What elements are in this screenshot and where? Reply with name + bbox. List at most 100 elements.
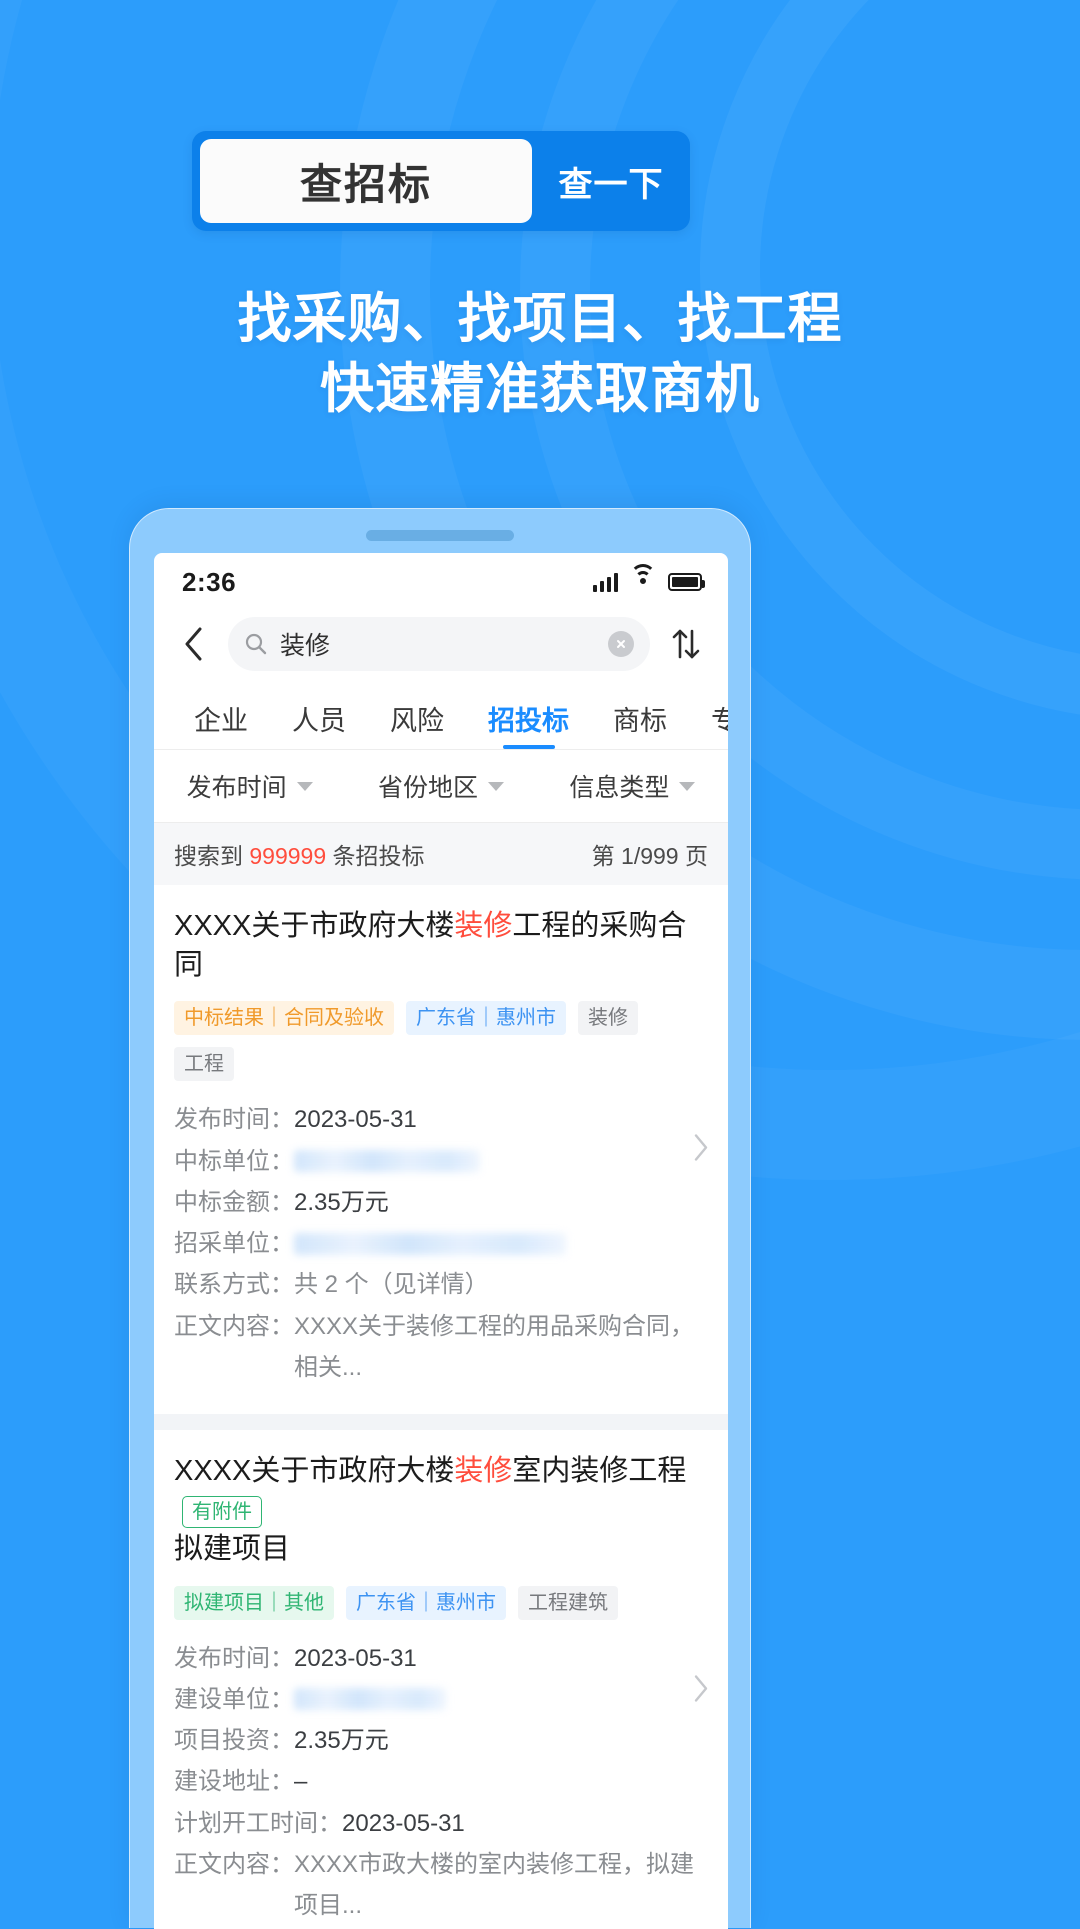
field-row: 联系方式：共 2 个（见详情）	[174, 1264, 708, 1305]
field-label: 中标单位：	[174, 1147, 294, 1175]
field-label: 计划开工时间：	[174, 1809, 342, 1837]
chevron-right-icon[interactable]	[692, 1674, 710, 1709]
phone-speaker	[366, 530, 514, 541]
clear-circle-icon[interactable]	[608, 631, 634, 657]
result-card[interactable]: XXXX关于市政府大楼装修室内装修工程有附件拟建项目 拟建项目｜其他 广东省｜惠…	[154, 1430, 728, 1929]
tag-region: 广东省｜惠州市	[346, 1585, 506, 1620]
tab-trademark[interactable]: 商标	[591, 687, 689, 749]
tab-risk[interactable]: 风险	[368, 687, 466, 749]
tag-keyword: 工程	[174, 1047, 234, 1082]
card-separator	[154, 1414, 728, 1431]
field-value: XXXX关于装修工程的用品采购合同，相关...	[294, 1312, 695, 1381]
chevron-right-icon[interactable]	[692, 1132, 710, 1167]
signal-bars-icon	[593, 572, 618, 592]
result-count-bar: 搜索到 999999 条招投标 第 1/999 页	[154, 823, 728, 885]
field-value: 共 2 个（见详情）	[294, 1271, 489, 1299]
field-label: 正文内容：	[174, 1850, 294, 1878]
filter-info-type-label: 信息类型	[569, 774, 670, 802]
status-time: 2:36	[182, 566, 237, 597]
result-title-post: 室内装修工程	[512, 1455, 687, 1488]
field-label: 发布时间：	[174, 1106, 294, 1134]
count-suffix: 条招投标	[332, 843, 425, 869]
search-input[interactable]: 装修	[228, 617, 650, 671]
field-row: 计划开工时间： 2023-05-31	[174, 1803, 708, 1844]
filter-publish-time-label: 发布时间	[186, 774, 287, 802]
filter-bar[interactable]: 发布时间 省份地区 信息类型	[154, 750, 728, 822]
filter-region-label: 省份地区	[377, 774, 478, 802]
headline-line-2: 快速精准获取商机	[320, 358, 760, 419]
tag-category: 拟建项目｜其他	[174, 1585, 334, 1620]
chevron-down-icon	[679, 781, 696, 791]
redacted-value	[294, 1150, 480, 1173]
sort-arrows-icon[interactable]	[664, 622, 708, 666]
filter-info-type[interactable]: 信息类型	[537, 768, 728, 804]
tag-keyword: 工程建筑	[518, 1585, 618, 1620]
result-fields: 发布时间： 2023-05-31 建设单位： 项目投资： 2.35万元 建设地址： –…	[174, 1638, 708, 1927]
wifi-icon	[630, 564, 656, 592]
result-title: XXXX关于市政府大楼装修工程的采购合同	[174, 907, 708, 985]
hero-search-button[interactable]: 查招标 查一下	[192, 131, 690, 231]
result-title-pre: XXXX关于市政府大楼	[174, 910, 455, 942]
field-label: 项目投资：	[174, 1727, 294, 1755]
field-row: 发布时间： 2023-05-31	[174, 1099, 708, 1140]
status-icons	[593, 564, 705, 592]
field-value: 2023-05-31	[294, 1106, 417, 1134]
tag-category: 中标结果｜合同及验收	[174, 1001, 394, 1036]
field-value: 2023-05-31	[294, 1644, 417, 1672]
brand-label: 查招标	[200, 139, 532, 223]
field-row: 正文内容： XXXX市政大楼的室内装修工程，拟建项目...	[174, 1844, 708, 1927]
chevron-down-icon	[488, 781, 504, 791]
attachment-badge: 有附件	[182, 1495, 262, 1528]
field-row: 建设单位：	[174, 1679, 708, 1720]
result-tags: 中标结果｜合同及验收 广东省｜惠州市 装修 工程	[174, 1001, 708, 1082]
result-count-text: 搜索到 999999 条招投标	[174, 837, 425, 871]
field-row: 中标金额： 2.35万元	[174, 1182, 708, 1223]
search-query-text: 装修	[280, 632, 331, 660]
field-row: 项目投资： 2.35万元	[174, 1720, 708, 1761]
back-chevron-icon[interactable]	[174, 624, 214, 664]
search-row: 装修	[154, 611, 728, 687]
field-value: 2023-05-31	[342, 1809, 465, 1837]
redacted-value	[294, 1232, 566, 1255]
field-value: –	[294, 1768, 308, 1796]
field-row: 建设地址： –	[174, 1761, 708, 1802]
search-now-label[interactable]: 查一下	[532, 157, 690, 206]
tab-bidding[interactable]: 招投标	[466, 687, 591, 749]
field-value: 2.35万元	[294, 1188, 389, 1216]
headline-line-1: 找采购、找项目、找工程	[237, 289, 843, 349]
redacted-value	[294, 1688, 446, 1711]
filter-publish-time[interactable]: 发布时间	[154, 768, 345, 804]
battery-icon	[668, 573, 705, 591]
result-tags: 拟建项目｜其他 广东省｜惠州市 工程建筑	[174, 1585, 708, 1620]
field-row: 中标单位：	[174, 1141, 708, 1182]
hero-headline: 找采购、找项目、找工程 快速精准获取商机	[0, 288, 1080, 421]
result-title-pre: XXXX关于市政府大楼	[174, 1455, 455, 1488]
field-label: 建设单位：	[174, 1685, 294, 1713]
field-label: 中标金额：	[174, 1188, 294, 1216]
field-row: 发布时间： 2023-05-31	[174, 1638, 708, 1679]
count-prefix: 搜索到	[174, 843, 243, 869]
search-icon	[245, 633, 267, 655]
result-card[interactable]: XXXX关于市政府大楼装修工程的采购合同 中标结果｜合同及验收 广东省｜惠州市 …	[154, 885, 728, 1415]
tab-patent[interactable]: 专利	[689, 687, 728, 749]
chevron-down-icon	[296, 781, 313, 791]
phone-mockup: 2:36 装修 企业 人员 风险 招投标 商标 专 发布时间 省份地区 信息类型…	[129, 508, 751, 1929]
field-label: 发布时间：	[174, 1644, 294, 1672]
field-label: 正文内容：	[174, 1312, 294, 1340]
tab-enterprise[interactable]: 企业	[172, 687, 270, 749]
result-title: XXXX关于市政府大楼装修室内装修工程有附件拟建项目	[174, 1452, 708, 1569]
filter-region[interactable]: 省份地区	[345, 768, 536, 804]
field-label: 联系方式：	[174, 1271, 294, 1299]
status-bar: 2:36	[154, 553, 728, 611]
field-label: 建设地址：	[174, 1768, 294, 1796]
page-indicator: 第 1/999 页	[591, 843, 708, 869]
tab-personnel[interactable]: 人员	[270, 687, 368, 749]
result-title-line2: 拟建项目	[174, 1533, 291, 1566]
field-row: 正文内容： XXXX关于装修工程的用品采购合同，相关...	[174, 1306, 708, 1389]
field-value: 2.35万元	[294, 1727, 389, 1755]
category-tabs[interactable]: 企业 人员 风险 招投标 商标 专利 新	[154, 687, 728, 749]
result-title-highlight: 装修	[454, 1455, 513, 1488]
field-value: XXXX市政大楼的室内装修工程，拟建项目...	[294, 1850, 695, 1920]
field-label: 招采单位：	[174, 1230, 294, 1258]
result-title-highlight: 装修	[454, 910, 513, 942]
